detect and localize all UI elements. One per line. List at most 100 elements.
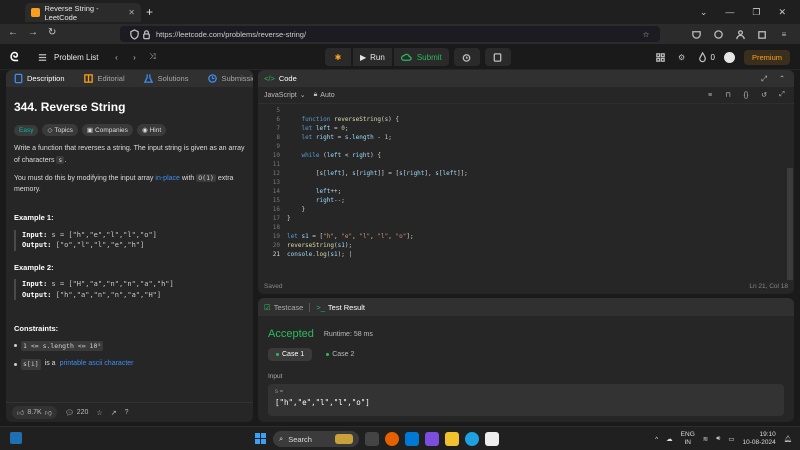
code-editor[interactable]: 5 6 function reverseString(s) { 7 let le… xyxy=(258,106,794,280)
language-select[interactable]: JavaScript ⌄ xyxy=(264,91,306,100)
url-bar[interactable]: https://leetcode.com/problems/reverse-st… xyxy=(120,26,660,42)
windows-start-icon[interactable] xyxy=(255,433,267,445)
shield-icon xyxy=(128,28,140,40)
forward-icon[interactable]: → xyxy=(28,27,38,38)
close-tab-icon[interactable]: ✕ xyxy=(128,8,135,17)
tab-submissions[interactable]: Submissions xyxy=(206,73,253,85)
tab-test-result-label: Test Result xyxy=(327,302,366,312)
help-icon[interactable]: ? xyxy=(125,409,129,416)
ascii-link[interactable]: printable ascii character xyxy=(60,359,134,370)
pocket-icon[interactable] xyxy=(690,28,702,40)
bookmark-icon[interactable]: ⊓ xyxy=(722,89,734,101)
code-line: } xyxy=(287,215,291,222)
tab-solutions[interactable]: Solutions xyxy=(143,73,188,85)
shuffle-icon[interactable]: ⤨ xyxy=(146,51,158,63)
submit-button[interactable]: Submit xyxy=(393,48,449,66)
puzzle-icon[interactable] xyxy=(756,28,768,40)
case-2-label: Case 2 xyxy=(332,351,355,358)
task-view-icon[interactable] xyxy=(365,432,379,446)
tab-description[interactable]: Description xyxy=(12,73,65,85)
share-icon[interactable]: ↗ xyxy=(111,409,117,417)
checkbox-icon: ☑ xyxy=(264,302,271,312)
browser-tab[interactable]: Reverse String - LeetCode ✕ xyxy=(25,3,141,22)
leetcode-logo-icon[interactable]: ᘓ xyxy=(10,50,24,64)
tab-list-icon[interactable]: ⌄ xyxy=(700,7,708,18)
auto-mode-toggle[interactable]: 🔒︎ Auto xyxy=(314,91,335,99)
volume-icon[interactable]: 🔊︎ xyxy=(716,435,720,443)
notifications-icon[interactable]: 🔔︎ xyxy=(784,435,792,443)
restore-icon[interactable]: ❐ xyxy=(752,7,760,18)
companies-tag[interactable]: ▣ Companies xyxy=(81,124,133,136)
menu-icon[interactable]: ≡ xyxy=(778,28,790,40)
problem-panel: Description Editorial Solutions Submissi… xyxy=(6,70,253,422)
editor-toolbar: JavaScript ⌄ 🔒︎ Auto ≡ ⊓ {} ↺ ⤢ xyxy=(258,87,794,104)
comments-button[interactable]: 💬︎ 220 xyxy=(65,409,89,417)
reset-icon[interactable]: ↺ xyxy=(758,89,770,101)
firefox-icon[interactable] xyxy=(385,432,399,446)
language-code: ENG xyxy=(680,431,695,438)
braces-icon[interactable]: {} xyxy=(740,89,752,101)
case-2-tab[interactable]: Case 2 xyxy=(318,348,362,361)
problem-title[interactable]: 344. Reverse String xyxy=(14,100,125,114)
close-window-icon[interactable]: ✕ xyxy=(778,7,786,18)
user-avatar[interactable] xyxy=(723,51,735,63)
collapse-icon[interactable]: ⌃ xyxy=(776,73,788,85)
example-2-title: Example 2: xyxy=(14,262,54,272)
cloud-icon[interactable]: ☁ xyxy=(666,435,673,443)
store-icon[interactable] xyxy=(485,432,499,446)
edge-icon[interactable] xyxy=(465,432,479,446)
inline-code: s xyxy=(56,155,65,164)
flask-icon xyxy=(143,73,155,85)
file-explorer-icon[interactable] xyxy=(445,432,459,446)
timer-button[interactable] xyxy=(453,48,480,66)
hint-tag[interactable]: ◉ Hint xyxy=(136,124,167,136)
input-section-label: Input xyxy=(268,373,283,380)
battery-icon[interactable]: ▭ xyxy=(728,435,734,443)
minimize-icon[interactable]: — xyxy=(725,7,734,17)
prev-problem-icon[interactable]: ‹ xyxy=(110,51,122,63)
widgets-icon[interactable] xyxy=(10,432,22,444)
notes-button[interactable] xyxy=(484,48,511,66)
taskbar-search[interactable]: ⌕ Search xyxy=(273,431,359,447)
run-button[interactable]: ▶ Run xyxy=(353,48,392,66)
region-code: IN xyxy=(684,439,691,446)
wifi-icon[interactable]: ≋ xyxy=(703,435,708,443)
line-number: 17 xyxy=(272,215,280,222)
tray-overflow-icon[interactable]: ^ xyxy=(655,436,658,443)
bookmark-star-icon[interactable]: ☆ xyxy=(640,28,652,40)
date-text: 10-08-2024 xyxy=(742,439,776,446)
tab-editorial[interactable]: Editorial xyxy=(83,73,125,85)
expand-icon[interactable]: ⤢ xyxy=(776,89,788,101)
reload-icon[interactable]: ↻ xyxy=(48,27,56,38)
format-icon[interactable]: ≡ xyxy=(704,89,716,101)
debug-button[interactable]: ✱ xyxy=(325,48,351,66)
new-tab-icon[interactable]: + xyxy=(146,5,153,19)
clock[interactable]: 19:10 10-08-2024 xyxy=(742,431,775,447)
thumbs-up-icon[interactable]: 👍︎ xyxy=(17,408,24,417)
teams-icon[interactable] xyxy=(425,432,439,446)
fullscreen-icon[interactable]: ⤢ xyxy=(758,73,770,85)
cursor-position: Ln 21, Col 18 xyxy=(749,282,788,290)
tab-editorial-label: Editorial xyxy=(97,74,125,83)
files-icon[interactable] xyxy=(405,432,419,446)
language-indicator[interactable]: ENG IN xyxy=(681,431,695,447)
result-tabs: ☑ Testcase >_ Test Result xyxy=(258,298,794,316)
back-icon[interactable]: ← xyxy=(8,27,18,38)
thumbs-down-icon[interactable]: 👎︎ xyxy=(45,408,52,417)
tab-test-result[interactable]: >_ Test Result xyxy=(316,303,365,312)
extensions-icon[interactable] xyxy=(712,28,724,40)
windows-taskbar: ⌕ Search ^ ☁ ENG IN ≋ 🔊︎ ▭ 19:10 10-08-2024… xyxy=(0,426,800,450)
favorite-star-icon[interactable]: ☆ xyxy=(96,409,102,417)
in-place-link[interactable]: in-place xyxy=(155,175,180,182)
streak-counter[interactable]: 0 xyxy=(697,51,715,63)
editor-scrollbar[interactable] xyxy=(787,168,793,280)
layout-grid-icon[interactable] xyxy=(655,51,667,63)
settings-gear-icon[interactable]: ⚙ xyxy=(676,51,688,63)
problem-list-link[interactable]: Problem List xyxy=(54,53,98,62)
case-1-tab[interactable]: Case 1 xyxy=(268,348,313,361)
topics-tag[interactable]: ◇ Topics xyxy=(42,124,78,136)
next-problem-icon[interactable]: › xyxy=(128,51,140,63)
premium-button[interactable]: Premium xyxy=(743,49,790,65)
tab-testcase[interactable]: ☑ Testcase xyxy=(264,303,303,312)
account-icon[interactable] xyxy=(734,28,746,40)
